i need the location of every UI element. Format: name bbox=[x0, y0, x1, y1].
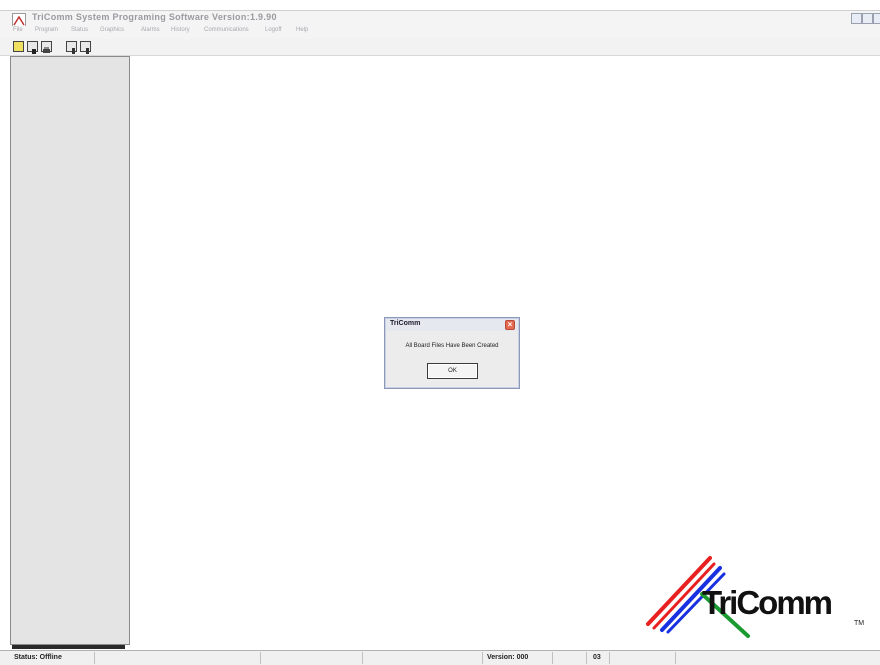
ok-button[interactable]: OK bbox=[427, 363, 478, 379]
tricomm-logo: TriComm TM bbox=[640, 552, 870, 642]
toolbar bbox=[0, 39, 880, 56]
status-separator bbox=[362, 652, 363, 664]
dialog-title: TriComm bbox=[390, 320, 421, 327]
maximize-button[interactable] bbox=[862, 13, 873, 24]
toolbar-button-4-icon[interactable] bbox=[66, 41, 77, 54]
left-panel bbox=[10, 56, 130, 645]
status-bar: Status: Offline Version: 000 03 bbox=[0, 650, 880, 665]
menu-graphics[interactable]: Graphics bbox=[100, 27, 124, 33]
version-text: Version: 000 bbox=[487, 654, 529, 661]
code-text: 03 bbox=[593, 654, 601, 661]
logo-text: TriComm bbox=[702, 584, 833, 621]
dialog-message: All Board Files Have Been Created bbox=[405, 343, 499, 349]
message-dialog: TriComm × All Board Files Have Been Crea… bbox=[384, 317, 520, 389]
toolbar-button-5-icon[interactable] bbox=[80, 41, 91, 54]
menu-help[interactable]: Help bbox=[296, 27, 308, 33]
menu-history[interactable]: History bbox=[171, 27, 190, 33]
status-separator bbox=[675, 652, 676, 664]
menu-status[interactable]: Status bbox=[71, 27, 88, 33]
logo-tm: TM bbox=[854, 620, 865, 627]
status-separator bbox=[609, 652, 610, 664]
print-icon[interactable] bbox=[41, 41, 52, 53]
dialog-close-icon[interactable]: × bbox=[505, 320, 515, 330]
menu-program[interactable]: Program bbox=[35, 27, 58, 33]
status-separator bbox=[260, 652, 261, 664]
status-separator bbox=[552, 652, 553, 664]
menu-alarms[interactable]: Alarms bbox=[141, 27, 160, 33]
status-separator bbox=[94, 652, 95, 664]
left-panel-scrollbar[interactable] bbox=[12, 645, 125, 649]
dialog-title-bar: TriComm × bbox=[386, 319, 518, 331]
close-window-button[interactable] bbox=[873, 13, 880, 24]
app-icon[interactable] bbox=[12, 13, 26, 27]
menu-logoff[interactable]: Logoff bbox=[265, 27, 282, 33]
menu-communications[interactable]: Communications bbox=[204, 27, 249, 33]
status-separator bbox=[586, 652, 587, 664]
status-text: Status: Offline bbox=[14, 654, 62, 661]
menu-bar: File Program Status Graphics Alarms Hist… bbox=[0, 26, 880, 39]
title-bar: TriComm System Programing Software Versi… bbox=[0, 10, 880, 27]
window-title: TriComm System Programing Software Versi… bbox=[32, 12, 277, 22]
save-icon[interactable] bbox=[27, 41, 38, 54]
open-folder-icon[interactable] bbox=[13, 41, 24, 52]
menu-file[interactable]: File bbox=[13, 27, 23, 33]
status-separator bbox=[482, 652, 483, 664]
minimize-button[interactable] bbox=[851, 13, 862, 24]
